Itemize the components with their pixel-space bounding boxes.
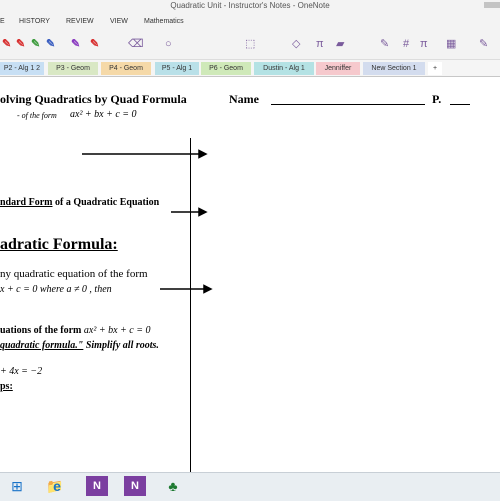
taskbar [0, 472, 500, 501]
start-icon[interactable]: ⊞ [6, 476, 28, 496]
arrow-3 [160, 284, 213, 294]
simplify-roots-text: Simplify all roots. [83, 340, 159, 351]
standard-form-suffix: of a Quadratic Equation [52, 197, 160, 208]
onenote-icon[interactable]: N [86, 476, 108, 496]
onenote-2-icon[interactable]: N [124, 476, 146, 496]
standard-form-label: ndard Form [0, 197, 53, 208]
steps-heading: ps: [0, 381, 13, 392]
equations-of-form-text: uations of the form ax² + bx + c = 0 [0, 325, 150, 336]
example-equation: + 4x = −2 [0, 366, 43, 377]
simplify-instruction: quadratic formula." Simplify all roots. [0, 340, 159, 351]
quadratic-formula-quote: quadratic formula." [0, 340, 84, 351]
arrow-2 [171, 207, 208, 217]
any-quadratic-text: ny quadratic equation of the form [0, 268, 148, 280]
standard-form-heading: ndard Form of a Quadratic Equation [0, 197, 159, 208]
equations-of-form-expression: ax² + bx + c = 0 [83, 325, 151, 336]
arrow-1 [82, 149, 208, 159]
game-icon[interactable]: ♣ [162, 476, 184, 496]
condition-equation: x + c = 0 where a ≠ 0 , then [0, 284, 112, 295]
internet-explorer-icon[interactable]: e [46, 476, 68, 496]
quadratic-formula-heading: adratic Formula: [0, 236, 118, 253]
column-divider [190, 138, 191, 500]
equations-of-form-label: uations of the form [0, 325, 84, 336]
